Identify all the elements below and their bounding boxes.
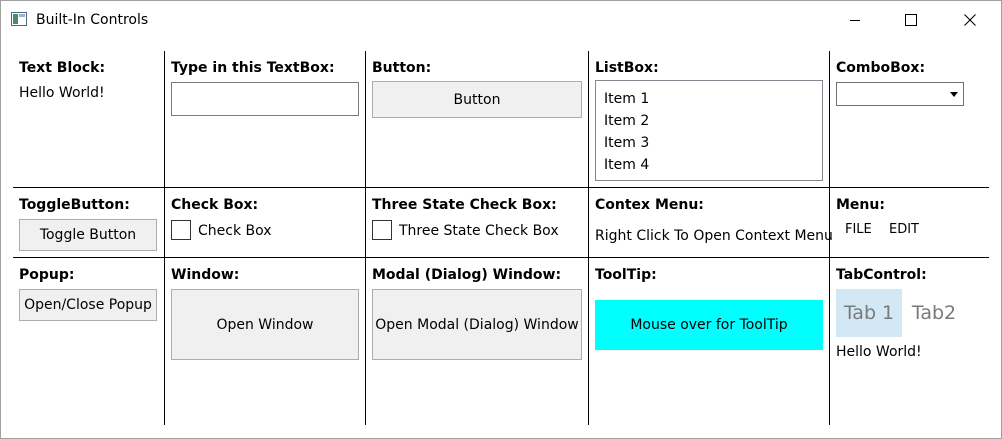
menu-item-edit[interactable]: EDIT — [889, 222, 919, 238]
listbox-item[interactable]: Item 1 — [596, 88, 822, 110]
tab-content-text: Hello World! — [836, 344, 922, 360]
open-modal-button[interactable]: Open Modal (Dialog) Window — [372, 289, 582, 360]
textblock-text: Hello World! — [19, 85, 105, 101]
popup-button[interactable]: Open/Close Popup — [19, 289, 157, 321]
minimize-button[interactable] — [832, 1, 878, 39]
chevron-down-icon[interactable] — [950, 92, 958, 97]
minimize-icon — [850, 20, 860, 21]
togglebutton-label: ToggleButton: — [19, 197, 130, 213]
combobox-label: ComboBox: — [836, 60, 926, 76]
checkbox[interactable] — [171, 220, 191, 240]
grid-divider — [13, 187, 989, 188]
window-label: Window: — [171, 267, 240, 283]
tooltip-label: ToolTip: — [595, 267, 657, 283]
grid-divider — [588, 51, 589, 425]
toggle-button[interactable]: Toggle Button — [19, 219, 157, 251]
open-window-button[interactable]: Open Window — [171, 289, 359, 360]
app-icon — [11, 12, 27, 26]
context-menu-label: Contex Menu: — [595, 197, 704, 213]
tooltip-target[interactable]: Mouse over for ToolTip — [595, 300, 823, 350]
three-state-checkbox[interactable] — [372, 220, 392, 240]
menu-item-file[interactable]: FILE — [845, 222, 872, 238]
app-window: Built-In Controls Text Block: Hello Worl… — [0, 0, 1002, 439]
listbox[interactable]: Item 1 Item 2 Item 3 Item 4 — [595, 80, 823, 181]
grid-divider — [365, 51, 366, 425]
close-button[interactable] — [947, 1, 993, 39]
title-bar[interactable]: Built-In Controls — [1, 1, 1001, 39]
demo-button[interactable]: Button — [372, 81, 582, 118]
grid-divider — [13, 257, 989, 258]
tabcontrol-label: TabControl: — [836, 267, 927, 283]
context-menu-text[interactable]: Right Click To Open Context Menu — [595, 227, 833, 245]
checkbox-label: Check Box: — [171, 197, 259, 213]
menu-label: Menu: — [836, 197, 885, 213]
tab-1[interactable]: Tab 1 — [836, 289, 902, 337]
listbox-item[interactable]: Item 4 — [596, 154, 822, 176]
textbox-label: Type in this TextBox: — [171, 60, 335, 76]
checkbox-text[interactable]: Check Box — [198, 222, 272, 240]
maximize-icon — [905, 14, 917, 26]
popup-label: Popup: — [19, 267, 75, 283]
textbox-input[interactable] — [171, 82, 359, 116]
tab-2[interactable]: Tab2 — [903, 289, 965, 337]
close-icon — [964, 14, 976, 26]
listbox-label: ListBox: — [595, 60, 659, 76]
three-state-text[interactable]: Three State Check Box — [399, 222, 559, 240]
modal-label: Modal (Dialog) Window: — [372, 267, 562, 283]
combobox[interactable] — [836, 82, 964, 106]
grid-divider — [164, 51, 165, 425]
maximize-button[interactable] — [888, 1, 934, 39]
window-title: Built-In Controls — [36, 12, 149, 28]
listbox-item[interactable]: Item 3 — [596, 132, 822, 154]
listbox-item[interactable]: Item 2 — [596, 110, 822, 132]
textblock-label: Text Block: — [19, 60, 106, 76]
three-state-label: Three State Check Box: — [372, 197, 557, 213]
button-label: Button: — [372, 60, 432, 76]
